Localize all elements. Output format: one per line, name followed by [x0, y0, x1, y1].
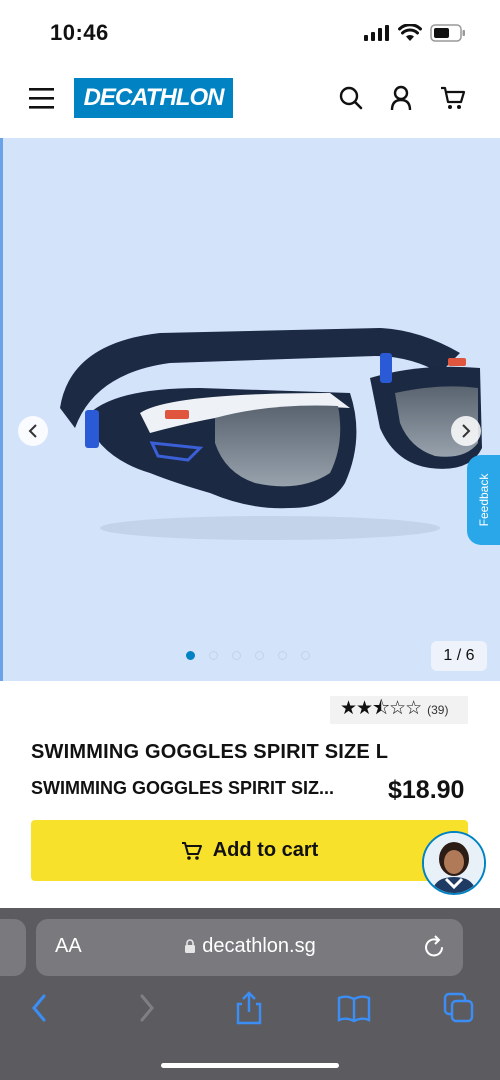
battery-icon [430, 24, 465, 42]
image-counter: 1 / 6 [431, 641, 487, 671]
url-label: decathlon.sg [202, 935, 316, 957]
product-subtitle: SWIMMING GOGGLES SPIRIT SIZ... [31, 778, 335, 798]
decathlon-logo[interactable]: DECATHLON [74, 78, 233, 118]
pagination-dot[interactable] [301, 651, 310, 660]
product-title: SWIMMING GOGGLES SPIRIT SIZE L [31, 741, 389, 763]
home-indicator [161, 1063, 339, 1068]
rating-count: (39) [427, 703, 449, 717]
wifi-icon [398, 24, 422, 41]
pagination-dot[interactable] [278, 651, 287, 660]
feedback-label: Feedback [476, 473, 491, 527]
tabs-icon[interactable] [441, 990, 477, 1026]
menu-icon[interactable] [29, 87, 54, 110]
rating-stars: ★★⯪☆☆ [340, 698, 422, 719]
lock-icon [185, 939, 196, 953]
account-icon[interactable] [390, 85, 412, 111]
search-icon[interactable] [339, 86, 363, 110]
pagination-dot[interactable] [255, 651, 264, 660]
reload-icon[interactable] [424, 935, 446, 959]
cart-icon[interactable] [440, 86, 466, 110]
back-icon[interactable] [24, 990, 60, 1026]
chevron-left-icon [28, 424, 37, 438]
feedback-tab[interactable]: Feedback [467, 455, 500, 545]
gallery-pagination [186, 651, 310, 660]
product-rating[interactable]: ★★⯪☆☆ (39) [330, 696, 468, 724]
assistant-portrait-icon [424, 833, 484, 893]
previous-image-button[interactable] [18, 416, 48, 446]
product-image-gallery[interactable] [0, 138, 500, 681]
goggles-image [0, 138, 482, 681]
bookmarks-icon[interactable] [336, 990, 372, 1026]
pagination-dot[interactable] [209, 651, 218, 660]
pagination-dot[interactable] [186, 651, 195, 660]
product-price: $18.90 [388, 776, 465, 804]
chat-assistant-avatar[interactable] [422, 831, 486, 895]
next-image-button[interactable] [451, 416, 481, 446]
forward-icon[interactable] [130, 990, 166, 1026]
share-icon[interactable] [231, 990, 267, 1026]
add-to-cart-label: Add to cart [212, 839, 319, 861]
add-to-cart-button[interactable]: Add to cart [31, 820, 468, 881]
status-time: 10:46 [50, 20, 109, 45]
signal-icon [364, 25, 389, 41]
chevron-right-icon [462, 424, 471, 438]
pagination-dot[interactable] [232, 651, 241, 660]
cart-icon [181, 841, 202, 860]
